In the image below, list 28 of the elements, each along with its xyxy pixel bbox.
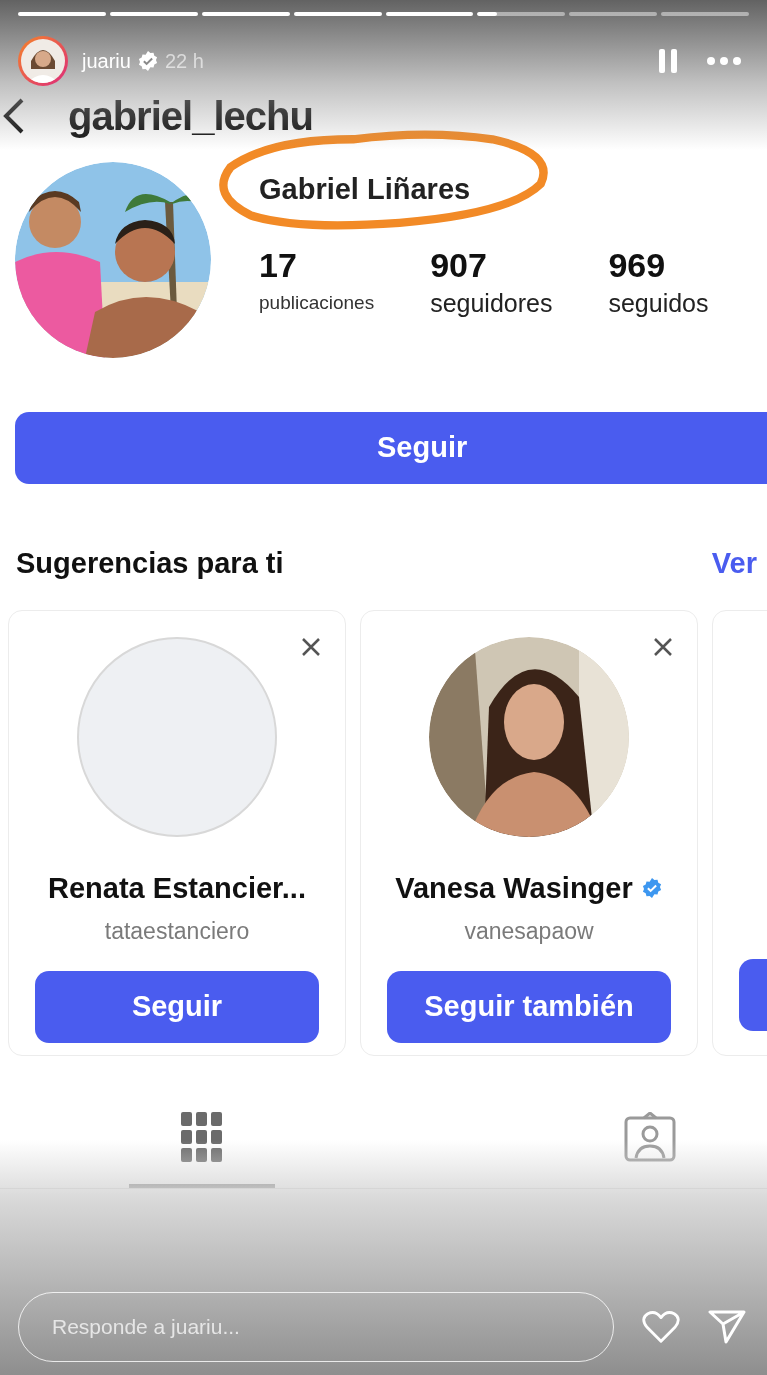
back-icon[interactable]	[2, 96, 26, 136]
stat-label: publicaciones	[259, 291, 375, 315]
pause-icon[interactable]	[659, 49, 677, 73]
follow-button[interactable]: Seguir	[15, 412, 767, 484]
suggestion-name: Vanesa Wasinger	[395, 870, 633, 906]
stat-count: 17	[259, 245, 298, 285]
suggestion-handle: tataestanciero	[104, 917, 250, 946]
reply-field[interactable]: Responde a juariu...	[18, 1292, 614, 1362]
profile-tab[interactable]	[129, 1111, 275, 1188]
close-icon[interactable]	[653, 636, 673, 657]
send-icon[interactable]	[708, 1310, 746, 1344]
follow-button[interactable]: Seguir también	[387, 970, 671, 1043]
stat-label: seguidos	[608, 288, 709, 319]
stat-count: 907	[430, 245, 488, 285]
profile-username: gabriel_lechu	[68, 94, 313, 138]
section-title: Sugerencias para ti	[16, 546, 284, 581]
follow-button[interactable]: Seguir	[35, 970, 319, 1043]
close-icon[interactable]	[301, 636, 321, 657]
profile-name: Gabriel Liñares	[259, 171, 472, 207]
suggestion-name: Renata Estancier...	[48, 870, 306, 906]
grid-icon	[181, 1111, 223, 1162]
stat-label: seguidores	[430, 288, 553, 319]
see-all-link[interactable]: Ver	[711, 542, 757, 586]
suggestion-handle: vanesapaow	[464, 917, 594, 946]
avatar[interactable]	[18, 36, 68, 86]
heart-icon[interactable]	[642, 1310, 680, 1344]
stat-count: 969	[608, 245, 667, 285]
tagged-person-icon	[624, 1111, 676, 1162]
